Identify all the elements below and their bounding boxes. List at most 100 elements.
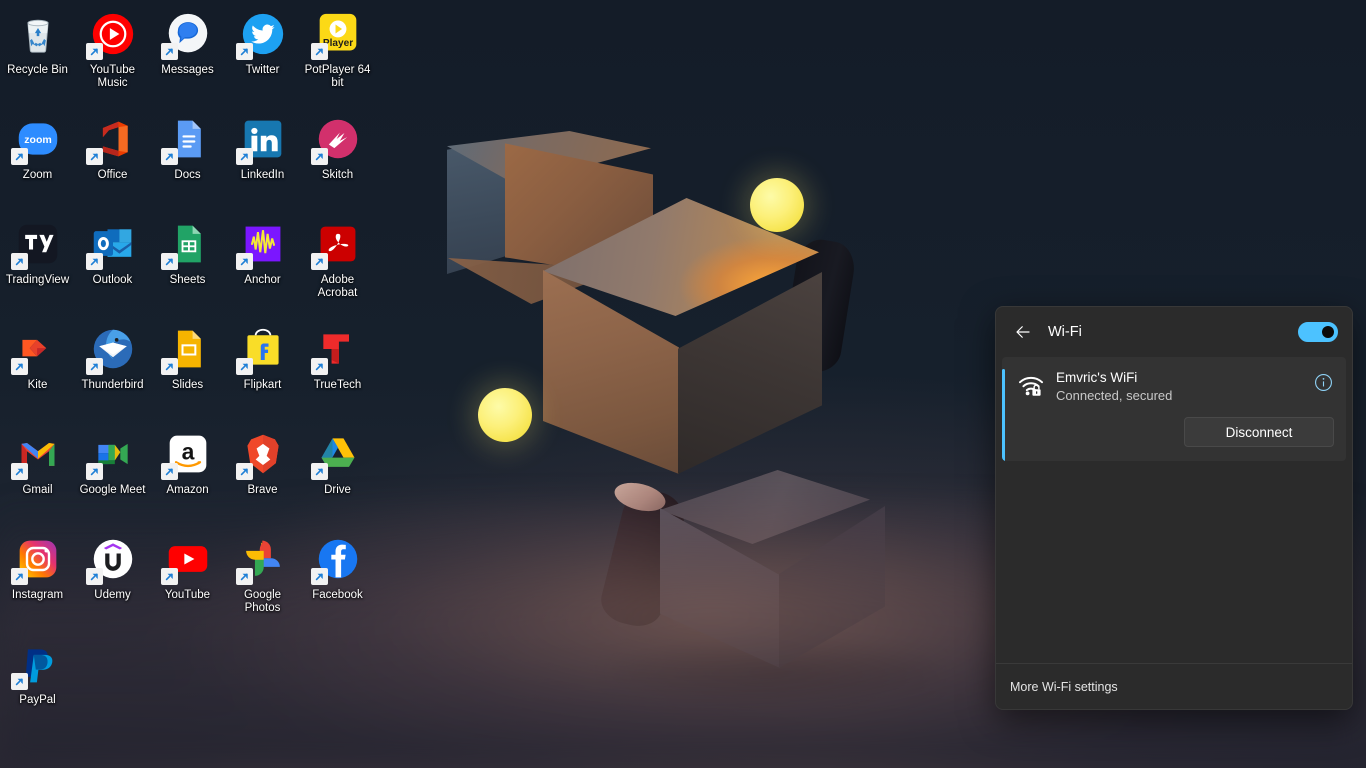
- desktop-icon-messages[interactable]: Messages: [150, 4, 225, 109]
- desktop-icon-label: TrueTech: [313, 379, 362, 391]
- shortcut-arrow-icon: [160, 358, 178, 375]
- wallpaper-cube-main-top-face: [543, 198, 819, 316]
- shortcut-arrow-icon: [85, 358, 103, 375]
- desktop-icon-thunderbird[interactable]: Thunderbird: [75, 319, 150, 424]
- wifi-network-status: Connected, secured: [1056, 388, 1173, 403]
- wifi-network-item[interactable]: Emvric's WiFi Connected, secured Disconn…: [1002, 357, 1346, 461]
- desktop-icon-gmail[interactable]: Gmail: [0, 424, 75, 529]
- shortcut-arrow-icon: [10, 148, 28, 165]
- zoom-icon: zoom: [10, 115, 62, 165]
- desktop-icon-kite[interactable]: Kite: [0, 319, 75, 424]
- wallpaper-cube-back-under-face: [448, 258, 656, 304]
- desktop-icon-label: Udemy: [94, 589, 131, 601]
- tradingview-icon: [10, 220, 62, 270]
- svg-text:a: a: [181, 439, 194, 465]
- desktop-icon-recycle-bin[interactable]: Recycle Bin: [0, 4, 75, 109]
- desktop-icon-outlook[interactable]: Outlook: [75, 214, 150, 319]
- shortcut-arrow-icon: [235, 43, 253, 60]
- desktop-icon-zoom[interactable]: zoom Zoom: [0, 109, 75, 214]
- wifi-panel-footer: More Wi-Fi settings: [996, 663, 1352, 709]
- facebook-icon: [310, 535, 362, 585]
- desktop-icon-label: Docs: [174, 169, 201, 181]
- wifi-network-actions: Disconnect: [1002, 411, 1346, 461]
- desktop-icon-drive[interactable]: Drive: [300, 424, 375, 529]
- shortcut-arrow-icon: [160, 568, 178, 585]
- desktop-icon-truetech[interactable]: TrueTech: [300, 319, 375, 424]
- wifi-flyout-panel[interactable]: Wi-Fi Emvric's WiFi Connected, secured D…: [995, 306, 1353, 710]
- wallpaper-dark-cylinder: [780, 236, 858, 376]
- desktop-icon-google-meet[interactable]: Google Meet: [75, 424, 150, 529]
- wallpaper-cube-main-right-face: [678, 272, 822, 474]
- more-wifi-settings-link[interactable]: More Wi-Fi settings: [1010, 680, 1118, 694]
- shortcut-arrow-icon: [310, 568, 328, 585]
- wifi-toggle-switch[interactable]: [1298, 322, 1338, 342]
- desktop-icon-linkedin[interactable]: LinkedIn: [225, 109, 300, 214]
- desktop-icon-facebook[interactable]: Facebook: [300, 529, 375, 634]
- info-icon[interactable]: [1310, 369, 1336, 395]
- desktop-icon-label: Google Meet: [79, 484, 146, 496]
- desktop-icon-label: Outlook: [92, 274, 133, 286]
- desktop-icon-google-photos[interactable]: Google Photos: [225, 529, 300, 634]
- wifi-secured-icon: [1016, 371, 1046, 401]
- desktop-icon-brave[interactable]: Brave: [225, 424, 300, 529]
- outlook-icon: [85, 220, 137, 270]
- recycle-bin-icon: [14, 10, 62, 58]
- desktop-icon-label: Messages: [161, 64, 214, 76]
- desktop-icon-potplayer-64-bit[interactable]: Player PotPlayer 64 bit: [300, 4, 375, 109]
- desktop-icon-label: Twitter: [245, 64, 280, 76]
- desktop-icon-paypal[interactable]: PayPal: [0, 634, 75, 739]
- wallpaper-cube-back-left-face: [447, 139, 509, 274]
- shortcut-arrow-icon: [235, 253, 253, 270]
- shortcut-arrow-icon: [10, 568, 28, 585]
- wallpaper-cube-back-front-face: [505, 143, 653, 281]
- youtube-music-icon: [85, 10, 137, 60]
- desktop-icon-label: YouTube: [164, 589, 211, 601]
- desktop-icon-twitter[interactable]: Twitter: [225, 4, 300, 109]
- desktop-icon-flipkart[interactable]: Flipkart: [225, 319, 300, 424]
- desktop-icon-anchor[interactable]: Anchor: [225, 214, 300, 319]
- desktop-icon-instagram[interactable]: Instagram: [0, 529, 75, 634]
- wifi-network-list: Emvric's WiFi Connected, secured Disconn…: [996, 357, 1352, 663]
- svg-text:zoom: zoom: [24, 134, 52, 146]
- linkedin-icon: [235, 115, 287, 165]
- shortcut-arrow-icon: [85, 43, 103, 60]
- disconnect-button[interactable]: Disconnect: [1184, 417, 1334, 447]
- back-arrow-icon[interactable]: [1008, 317, 1038, 347]
- shortcut-arrow-icon: [310, 463, 328, 480]
- desktop-icon-office[interactable]: Office: [75, 109, 150, 214]
- wifi-network-row: Emvric's WiFi Connected, secured: [1002, 357, 1346, 411]
- twitter-icon: [235, 10, 287, 60]
- wifi-network-text-block: Emvric's WiFi Connected, secured: [1056, 369, 1310, 405]
- desktop-icon-youtube-music[interactable]: YouTube Music: [75, 4, 150, 109]
- desktop-icon-label: Zoom: [22, 169, 53, 181]
- desktop-icon-tradingview[interactable]: TradingView: [0, 214, 75, 319]
- desktop-icon-label: PayPal: [19, 694, 56, 706]
- google-docs-icon: [160, 115, 212, 165]
- desktop-icon-udemy[interactable]: Udemy: [75, 529, 150, 634]
- desktop-icon-adobe-acrobat[interactable]: Adobe Acrobat: [300, 214, 375, 319]
- desktop-icon-sheets[interactable]: Sheets: [150, 214, 225, 319]
- desktop-icon-label: Kite: [27, 379, 48, 391]
- wallpaper-pink-cylinder: [596, 484, 690, 632]
- shortcut-arrow-icon: [310, 43, 328, 60]
- desktop-icon-skitch[interactable]: Skitch: [300, 109, 375, 214]
- desktop-icon-label: Slides: [171, 379, 204, 391]
- desktop[interactable]: Recycle Bin YouTube Music Messages Twitt…: [0, 0, 1366, 768]
- instagram-icon: [10, 535, 62, 585]
- shortcut-arrow-icon: [235, 148, 253, 165]
- wallpaper-glowing-sphere-upper: [750, 178, 804, 232]
- desktop-icon-amazon[interactable]: a Amazon: [150, 424, 225, 529]
- wallpaper-cube-main-left-face: [543, 270, 679, 474]
- shortcut-arrow-icon: [160, 253, 178, 270]
- shortcut-arrow-icon: [85, 568, 103, 585]
- shortcut-arrow-icon: [10, 253, 28, 270]
- wallpaper-contact-shadow: [610, 640, 940, 704]
- desktop-icon-label: Facebook: [312, 589, 363, 601]
- desktop-icon-label: Instagram: [11, 589, 64, 601]
- desktop-icon-slides[interactable]: Slides: [150, 319, 225, 424]
- desktop-icon-youtube[interactable]: YouTube: [150, 529, 225, 634]
- messages-icon: [160, 10, 212, 60]
- desktop-icon-docs[interactable]: Docs: [150, 109, 225, 214]
- desktop-icon-label: PotPlayer 64 bit: [304, 64, 371, 89]
- shortcut-arrow-icon: [235, 358, 253, 375]
